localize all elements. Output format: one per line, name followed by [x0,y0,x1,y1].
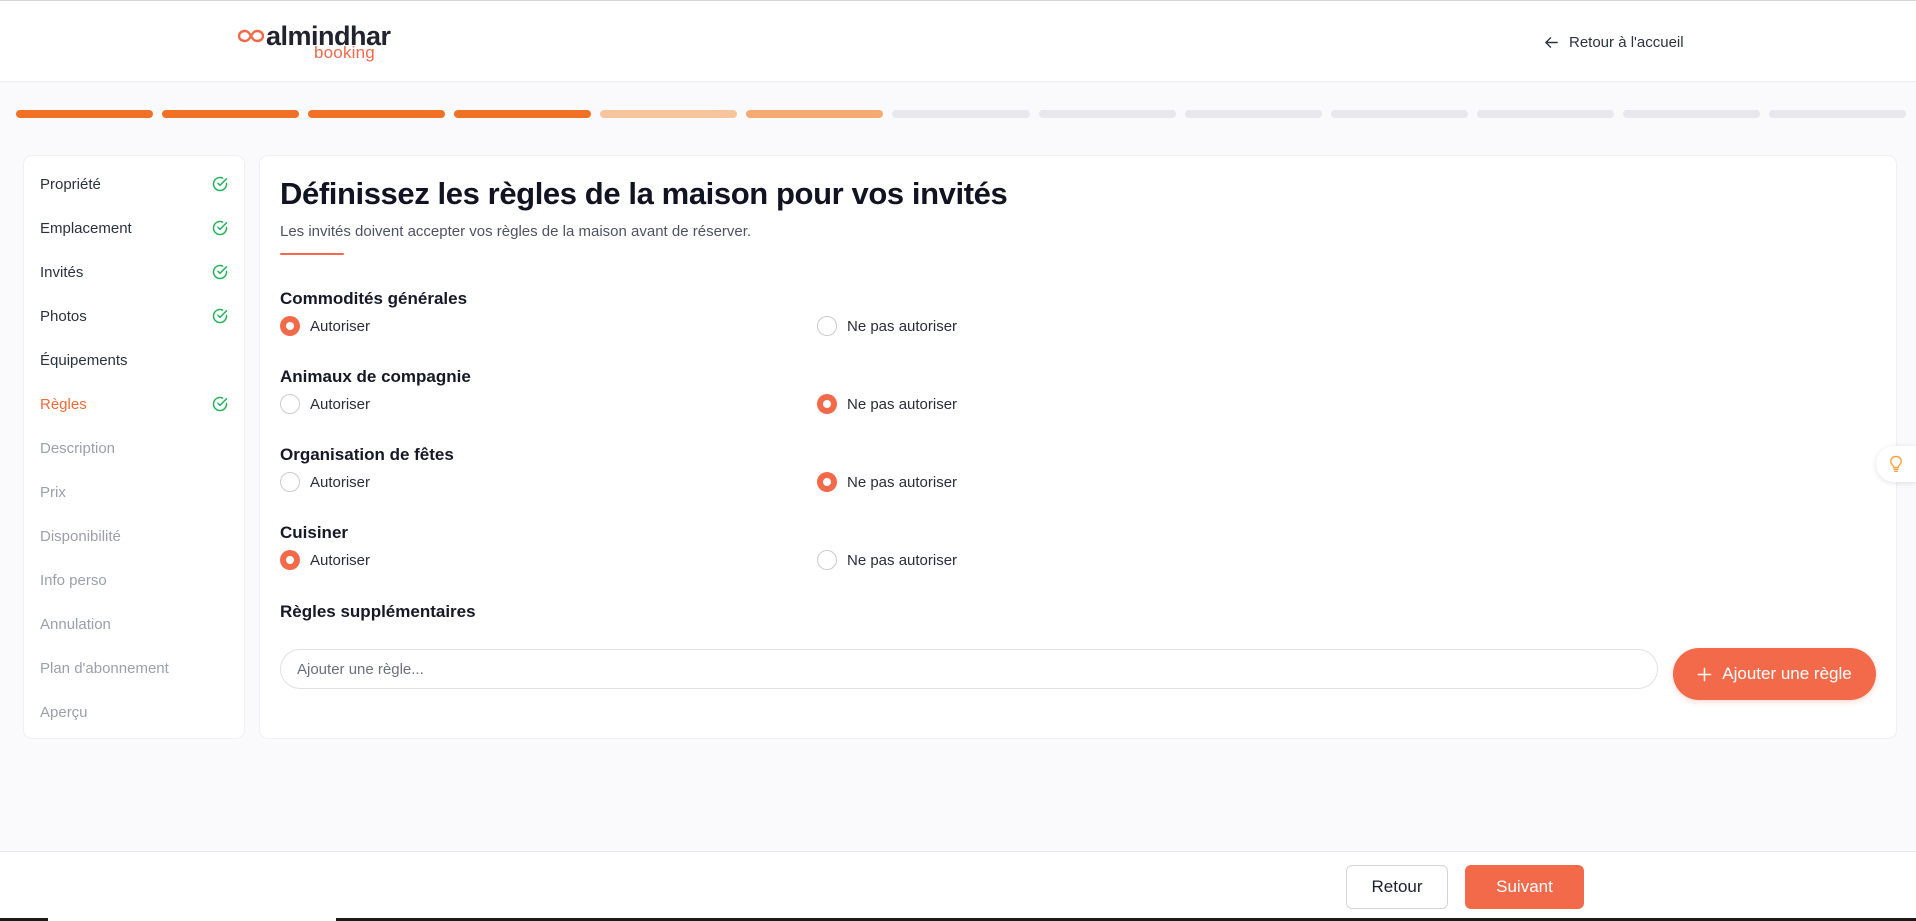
sidebar-item-label: Prix [40,483,66,501]
step-progress-bar [16,110,1907,118]
progress-segment [1476,110,1614,118]
top-header: almindhar booking Retour à l'accueil [0,0,1916,82]
tips-button[interactable] [1876,446,1916,482]
rule-group: Animaux de compagnie Autoriser Ne pas auto… [280,367,1870,427]
sidebar-item-8[interactable]: Prix [24,470,244,514]
sidebar-item-5[interactable]: Équipements [24,338,244,382]
rule-group: Organisation de fêtes Autoriser Ne pas aut… [280,445,1870,505]
steps-sidebar: Propriété Emplacement Invités Photos Équipem… [24,156,244,738]
sidebar-item-9[interactable]: Disponibilité [24,514,244,558]
rule-label: Animaux de compagnie [280,367,471,386]
sidebar-item-label: Équipements [40,351,128,369]
brand-subname: booking [314,43,375,62]
option-label: Autoriser [310,551,371,569]
add-rule-button[interactable]: Ajouter une règle [1673,648,1876,700]
progress-segment [746,110,884,118]
rule-label: Cuisiner [280,523,349,542]
allow-option[interactable]: Autoriser [280,549,370,571]
sidebar-item-label: Aperçu [40,703,88,721]
lightbulb-icon [1890,455,1902,472]
option-label: Autoriser [310,473,371,491]
next-button[interactable]: Suivant [1465,865,1584,909]
rule-group: Cuisiner Autoriser Ne pas autoriser [280,523,1870,583]
plus-icon [1697,667,1712,681]
sidebar-item-1[interactable]: Propriété [24,162,244,206]
option-label: Autoriser [310,395,371,413]
progress-segment [1768,110,1907,118]
add-rule-label: Ajouter une règle [1722,664,1852,683]
arrow-left-icon [1545,36,1558,48]
sidebar-item-label: Plan d'abonnement [40,659,169,677]
radio-button[interactable] [817,550,837,570]
option-label: Autoriser [310,317,371,335]
allow-option[interactable]: Autoriser [280,393,370,415]
radio-button[interactable] [280,316,300,336]
house-rules-card: Définissez les règles de la maison pour … [260,156,1896,738]
sidebar-item-label: Description [40,439,116,457]
title-underline [280,253,344,255]
option-label: Ne pas autoriser [847,395,958,413]
deny-option[interactable]: Ne pas autoriser [817,393,957,415]
progress-segment [454,110,592,118]
progress-segment [162,110,300,118]
progress-segment [16,110,154,118]
deny-option[interactable]: Ne pas autoriser [817,471,957,493]
sidebar-item-label: Propriété [40,175,101,193]
progress-segment [892,110,1030,118]
sidebar-item-4[interactable]: Photos [24,294,244,338]
extra-rules-label: Règles supplémentaires [280,602,476,621]
sidebar-item-13[interactable]: Aperçu [24,690,244,734]
sidebar-item-12[interactable]: Plan d'abonnement [24,646,244,690]
progress-segment [308,110,446,118]
deny-option[interactable]: Ne pas autoriser [817,549,957,571]
sidebar-item-label: Annulation [40,615,111,633]
sidebar-item-10[interactable]: Info perso [24,558,244,602]
radio-button[interactable] [280,394,300,414]
page-title: Définissez les règles de la maison pour … [280,176,1008,211]
sidebar-item-label: Règles [40,395,87,413]
rule-label: Organisation de fêtes [280,445,454,464]
radio-button[interactable] [817,394,837,414]
progress-segment [600,110,738,118]
infinity-logo-icon [238,29,264,43]
check-circle-icon [212,308,228,324]
sidebar-item-3[interactable]: Invités [24,250,244,294]
sidebar-item-label: Emplacement [40,219,132,237]
sidebar-item-label: Photos [40,307,87,325]
rule-label: Commodités générales [280,289,468,308]
sidebar-item-2[interactable]: Emplacement [24,206,244,250]
option-label: Ne pas autoriser [847,317,958,335]
sidebar-item-6[interactable]: Règles [24,382,244,426]
sidebar-item-11[interactable]: Annulation [24,602,244,646]
wizard-footer: Retour Suivant [0,851,1916,921]
progress-segment [1038,110,1176,118]
sidebar-item-label: Invités [40,263,84,281]
radio-button[interactable] [817,316,837,336]
check-circle-icon [212,176,228,192]
deny-option[interactable]: Ne pas autoriser [817,315,957,337]
progress-segment [1330,110,1468,118]
rule-group: Commodités générales Autoriser Ne pas auto… [280,289,1870,349]
check-circle-icon [212,264,228,280]
radio-button[interactable] [280,550,300,570]
back-to-home-link[interactable]: Retour à l'accueil [1544,31,1684,53]
option-label: Ne pas autoriser [847,473,958,491]
progress-segment [1622,110,1760,118]
sidebar-item-label: Info perso [40,571,107,589]
page-subtitle: Les invités doivent accepter vos règles … [280,223,752,240]
back-to-home-label: Retour à l'accueil [1569,33,1684,51]
option-label: Ne pas autoriser [847,551,958,569]
allow-option[interactable]: Autoriser [280,471,370,493]
progress-segment [1184,110,1322,118]
back-button[interactable]: Retour [1346,865,1448,909]
check-circle-icon [212,220,228,236]
allow-option[interactable]: Autoriser [280,315,370,337]
sidebar-item-label: Disponibilité [40,527,121,545]
radio-button[interactable] [280,472,300,492]
check-circle-icon [212,396,228,412]
extra-rule-input[interactable] [280,649,1658,689]
sidebar-item-7[interactable]: Description [24,426,244,470]
radio-button[interactable] [817,472,837,492]
